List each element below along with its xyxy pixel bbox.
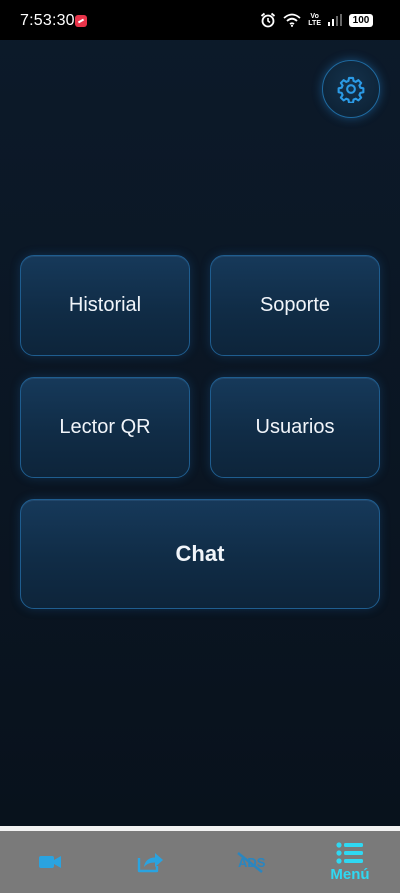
status-bar: 7:53:30 Vo LTE 100 xyxy=(0,0,400,40)
alarm-icon xyxy=(261,12,276,28)
nav-item-menu[interactable]: Menú xyxy=(300,831,400,893)
lector-qr-label: Lector QR xyxy=(59,416,151,438)
historial-button[interactable]: Historial xyxy=(20,255,190,356)
volte-top: Vo xyxy=(310,13,319,20)
video-camera-icon xyxy=(39,856,61,868)
volte-bottom: LTE xyxy=(308,20,321,27)
usuarios-label: Usuarios xyxy=(255,416,335,438)
notification-app-icon xyxy=(75,15,87,27)
soporte-button[interactable]: Soporte xyxy=(210,255,380,356)
usuarios-button[interactable]: Usuarios xyxy=(210,377,380,478)
lector-qr-button[interactable]: Lector QR xyxy=(20,377,190,478)
wifi-icon xyxy=(283,13,301,27)
share-icon xyxy=(137,853,163,873)
chat-label: Chat xyxy=(175,541,225,566)
volte-indicator: Vo LTE xyxy=(308,13,321,27)
battery-indicator: 100 xyxy=(349,13,373,27)
historial-label: Historial xyxy=(68,294,142,316)
gear-icon xyxy=(337,76,365,103)
list-menu-icon xyxy=(336,841,363,864)
bottom-nav: ADS Menú xyxy=(0,831,400,893)
soporte-label: Soporte xyxy=(259,294,331,316)
status-time: 7:53:30 xyxy=(20,12,75,29)
app-screen: 7:53:30 Vo LTE 100 Historial Soporte Lec… xyxy=(0,0,400,893)
nav-item-no-ads[interactable]: ADS xyxy=(200,831,300,893)
nav-item-video[interactable] xyxy=(0,831,100,893)
nav-item-share[interactable] xyxy=(100,831,200,893)
chat-button[interactable]: Chat xyxy=(20,499,380,609)
nav-menu-label: Menú xyxy=(330,865,370,883)
no-ads-icon: ADS xyxy=(237,852,265,873)
status-icons: Vo LTE 100 xyxy=(260,11,373,29)
signal-icon xyxy=(328,14,342,26)
settings-button[interactable] xyxy=(322,60,380,118)
